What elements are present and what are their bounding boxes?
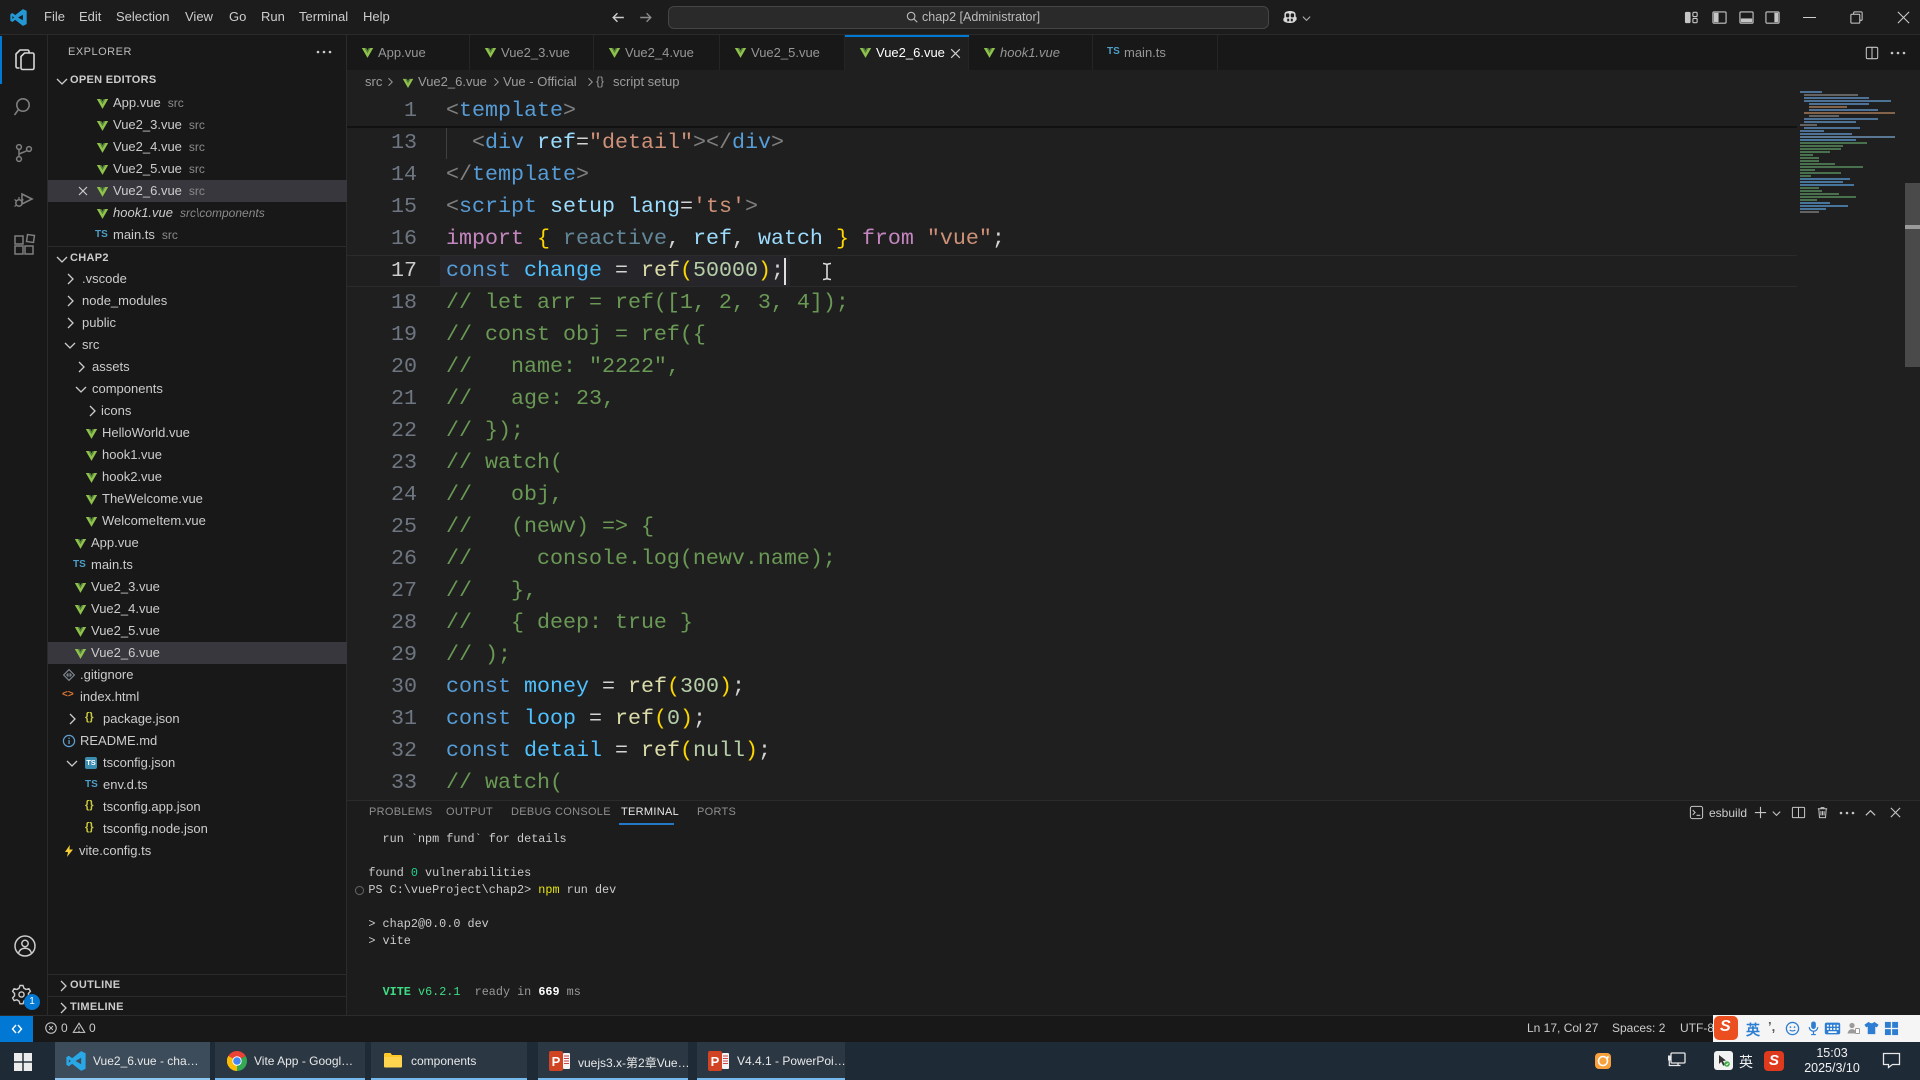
svg-text:P: P	[552, 1054, 561, 1069]
svg-text:P: P	[711, 1054, 720, 1069]
